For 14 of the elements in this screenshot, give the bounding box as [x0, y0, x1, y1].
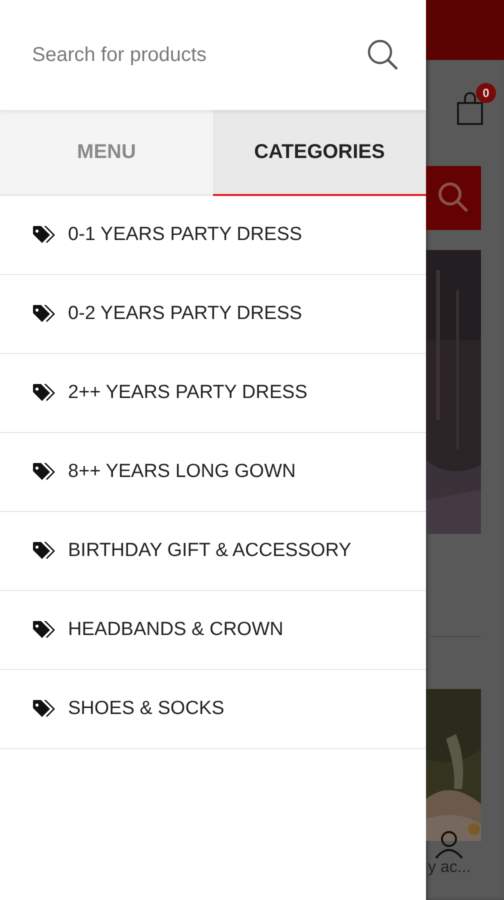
- cart-count-badge: 0: [476, 83, 496, 103]
- tag-icon: [32, 225, 58, 245]
- tag-icon: [32, 620, 58, 640]
- search-button[interactable]: [426, 166, 481, 230]
- search-icon: [436, 181, 470, 215]
- tag-icon: [32, 462, 58, 482]
- tag-icon: [32, 541, 58, 561]
- tag-icon: [32, 699, 58, 719]
- tag-icon: [32, 304, 58, 324]
- search-field[interactable]: Search for products: [32, 44, 366, 66]
- user-icon[interactable]: [434, 829, 464, 859]
- search-icon[interactable]: [366, 38, 400, 72]
- tab[interactable]: CATEGORIES: [213, 110, 426, 196]
- tag-icon: [32, 383, 58, 403]
